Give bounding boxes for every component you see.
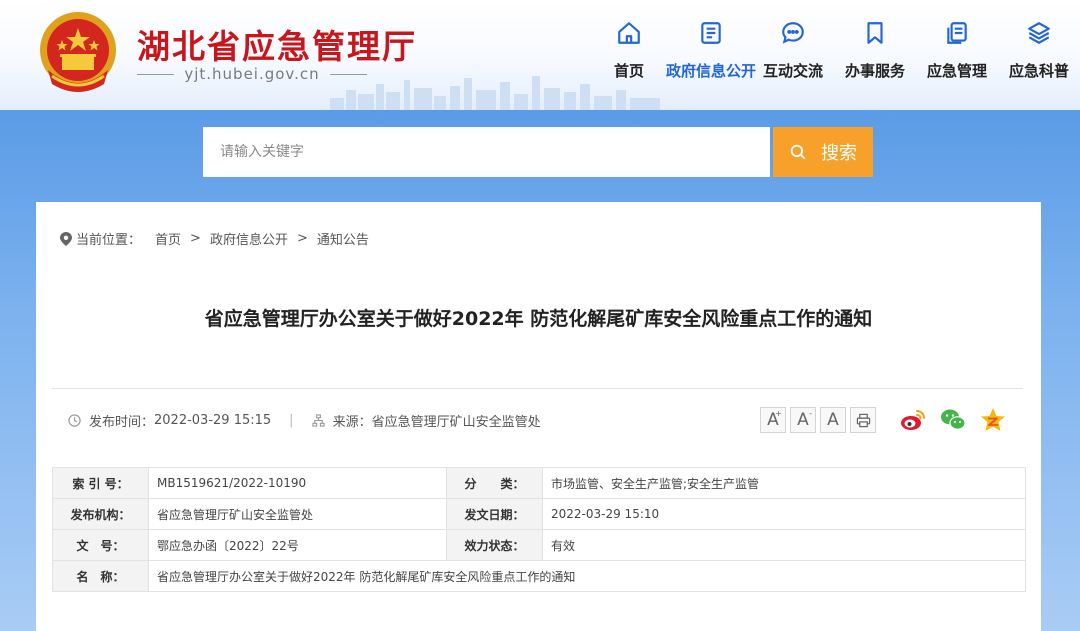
chat-bubble-icon [778,18,808,48]
org-structure-icon [311,414,325,427]
site-domain-text: yjt.hubei.gov.cn [184,65,320,83]
nav-label: 应急科普 [1008,62,1069,80]
document-number-label: 文 号： [52,529,149,561]
category-value: 市场监管、安全生产监管;安全生产监管 [542,467,1026,499]
nav-item-interaction[interactable]: 互动交流 [752,18,834,81]
domain-right-rule [329,73,368,75]
index-number-label: 索 引 号： [52,467,149,499]
table-row: 文 号： 鄂应急办函〔2022〕22号 效力状态： 有效 [52,529,1026,561]
breadcrumb-government-info[interactable]: 政府信息公开 [210,229,288,248]
layers-icon [1024,18,1054,48]
printer-icon [856,413,870,427]
article-meta-bar: 发布时间： 2022-03-29 15:15 | 来源： 省应急管理厅矿山安全监… [52,388,1023,452]
nav-label: 互动交流 [762,62,823,80]
table-row: 名 称： 省应急管理厅办公室关于做好2022年 防范化解尾矿库安全风险重点工作的… [52,560,1026,592]
publisher-label: 发布机构： [52,498,149,530]
source-value: 省应急管理厅矿山安全监管处 [371,415,541,430]
site-title: 湖北省应急管理厅 [137,27,417,66]
article-title: 省应急管理厅办公室关于做好2022年 防范化解尾矿库安全风险重点工作的通知 [204,308,873,330]
domain-left-rule [137,73,175,75]
document-number-value: 鄂应急办函〔2022〕22号 [148,529,447,561]
search-input[interactable] [203,127,770,177]
publish-time: 2022-03-29 15:15 [154,413,272,428]
issue-date-label: 发文日期： [446,498,543,530]
nav-label: 应急管理 [926,62,987,80]
breadcrumb-separator: > [190,231,201,246]
category-label: 分 类： [446,467,543,499]
share-qzone-button[interactable] [978,405,1008,435]
nav-item-emergency-management[interactable]: 应急管理 [916,18,998,81]
main-nav: 首页 政府信息公开 互动交流 办事服务 应急管理 应急科普 [588,18,1080,81]
share-weibo-button[interactable] [898,405,928,435]
breadcrumb-notices[interactable]: 通知公告 [317,229,369,248]
breadcrumb-home[interactable]: 首页 [155,229,181,248]
wechat-icon [941,409,966,430]
font-size-decrease-button[interactable]: A- [790,407,816,433]
nav-item-home[interactable]: 首页 [588,18,670,81]
content-card: 当前位置： 首页 > 政府信息公开 > 通知公告 省应急管理厅办公室关于做好20… [36,202,1041,631]
font-default-glyph: A [827,410,839,430]
nav-item-government-info[interactable]: 政府信息公开 [666,18,756,81]
national-emblem-logo [40,12,116,92]
clock-icon [68,414,81,427]
share-wechat-button[interactable] [938,405,968,435]
nav-label: 首页 [613,62,644,80]
breadcrumb-label: 当前位置： [76,233,142,248]
weibo-icon [901,410,925,430]
publisher-value: 省应急管理厅矿山安全监管处 [148,498,447,530]
nav-label: 办事服务 [844,62,905,80]
font-size-increase-button[interactable]: A + [760,407,786,433]
print-button[interactable] [850,407,876,433]
nav-item-services[interactable]: 办事服务 [834,18,916,81]
search-button[interactable]: 搜索 [773,127,873,177]
validity-status-label: 效力状态： [446,529,543,561]
site-domain: yjt.hubei.gov.cn [137,65,368,83]
nav-item-science-popularization[interactable]: 应急科普 [998,18,1080,81]
document-icon [696,18,726,48]
bookmark-icon [860,18,890,48]
article-meta: 发布时间： 2022-03-29 15:15 | 来源： 省应急管理厅矿山安全监… [68,411,541,430]
search-button-label: 搜索 [821,143,857,164]
location-pin-icon [60,231,72,246]
issue-date-value: 2022-03-29 15:10 [542,498,1026,530]
source-label: 来源： [332,415,372,430]
breadcrumb: 当前位置： 首页 > 政府信息公开 > 通知公告 [60,229,369,248]
table-row: 索 引 号： MB1519621/2022-10190 分 类： 市场监管、安全… [52,467,1026,499]
breadcrumb-separator: > [296,231,308,246]
site-header: 湖北省应急管理厅 yjt.hubei.gov.cn 首页 政府信息公开 互动交流 [0,0,1080,110]
publish-time-label: 发布时间： [89,415,155,430]
validity-status-value: 有效 [542,529,1026,561]
home-icon [614,18,644,48]
document-info-table: 索 引 号： MB1519621/2022-10190 分 类： 市场监管、安全… [52,467,1026,592]
document-name-label: 名 称： [52,560,149,592]
index-number-value: MB1519621/2022-10190 [148,467,447,499]
search-icon [790,144,806,160]
files-icon [942,18,972,48]
article-tools: A + A- A [760,405,1008,435]
document-name-value: 省应急管理厅办公室关于做好2022年 防范化解尾矿库安全风险重点工作的通知 [148,560,1026,592]
font-size-default-button[interactable]: A [820,407,846,433]
meta-separator: | [289,413,294,428]
font-small-glyph: A [797,410,809,430]
nav-label: 政府信息公开 [666,62,757,80]
qzone-star-icon [981,408,1005,431]
table-row: 发布机构： 省应急管理厅矿山安全监管处 发文日期： 2022-03-29 15:… [52,498,1026,530]
